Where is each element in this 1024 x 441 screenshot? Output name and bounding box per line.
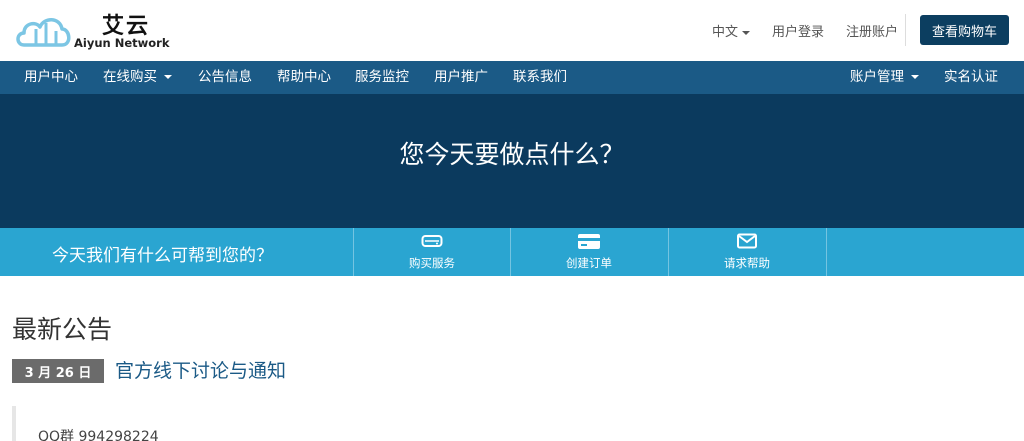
nav-item-account[interactable]: 账户管理 [850, 61, 919, 94]
buy-service-button[interactable]: 购买服务 [354, 228, 510, 276]
logo[interactable]: 艾云 Aiyun Network [14, 7, 169, 53]
hero-title: 您今天要做点什么？ [399, 140, 625, 169]
register-link[interactable]: 注册账户 [846, 21, 898, 40]
cloud-logo-icon [16, 18, 71, 47]
nav-item-service-monitor[interactable]: 服务监控 [355, 61, 409, 94]
create-order-button[interactable]: 创建订单 [511, 228, 667, 276]
login-link[interactable]: 用户登录 [772, 21, 824, 40]
nav-item-buy-online[interactable]: 在线购买 [103, 61, 172, 94]
caret-down-icon [911, 75, 919, 79]
logo-subtitle: Aiyun Network [74, 36, 170, 50]
date-badge: 3 月 26 日 [12, 359, 104, 383]
announcement-title-link[interactable]: 官方线下讨论与通知 [115, 356, 286, 383]
hero-banner: 您今天要做点什么？ [0, 94, 1024, 228]
caret-down-icon [164, 75, 172, 79]
nav-item-label: 在线购买 [103, 69, 157, 85]
nav-item-contact[interactable]: 联系我们 [513, 61, 567, 94]
nav-item-affiliate[interactable]: 用户推广 [434, 61, 488, 94]
top-links: 中文 用户登录 注册账户 [712, 21, 920, 40]
nav-item-user-center[interactable]: 用户中心 [24, 61, 78, 94]
envelope-icon [669, 233, 825, 251]
language-label: 中文 [712, 25, 739, 40]
action-label: 请求帮助 [724, 256, 770, 270]
credit-card-icon [511, 233, 667, 251]
action-label: 创建订单 [566, 256, 612, 270]
top-header: 艾云 Aiyun Network 中文 用户登录 注册账户 查看购物车 [0, 0, 1024, 61]
action-label: 购买服务 [409, 256, 455, 270]
language-dropdown[interactable]: 中文 [712, 21, 751, 40]
server-icon [354, 233, 510, 251]
request-help-button[interactable]: 请求帮助 [669, 228, 825, 276]
nav-item-label: 账户管理 [850, 69, 904, 85]
divider [905, 14, 906, 46]
excerpt-text: QQ群 994298224 [38, 429, 159, 441]
nav-item-verification[interactable]: 实名认证 [944, 61, 998, 94]
action-bar: 今天我们有什么可帮到您的？ 购买服务 创建订单 请求帮助 [0, 228, 1024, 276]
caret-down-icon [742, 30, 751, 35]
nav-item-announcements[interactable]: 公告信息 [198, 61, 252, 94]
announcement-excerpt: QQ群 994298224 [12, 406, 292, 441]
main-nav: 用户中心 在线购买 公告信息 帮助中心 服务监控 用户推广 联系我们 账户管理 … [0, 61, 1024, 94]
divider [826, 228, 827, 276]
view-cart-button[interactable]: 查看购物车 [920, 15, 1009, 45]
help-prompt: 今天我们有什么可帮到您的？ [52, 246, 273, 266]
section-title: 最新公告 [12, 315, 113, 344]
nav-item-help-center[interactable]: 帮助中心 [277, 61, 331, 94]
